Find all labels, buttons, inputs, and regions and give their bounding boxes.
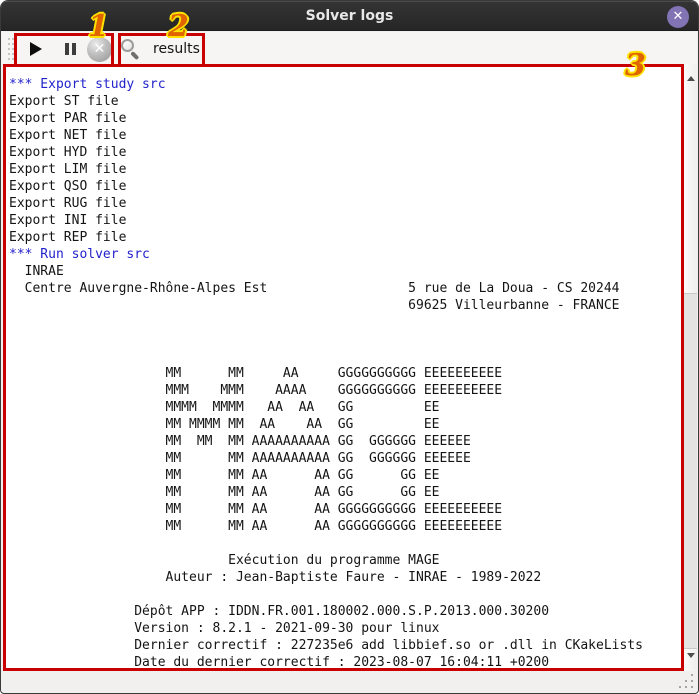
stop-icon[interactable]: ✕ <box>87 37 112 62</box>
pause-bar <box>65 43 69 55</box>
scroll-up-arrow-icon[interactable] <box>684 70 698 88</box>
play-icon[interactable] <box>30 42 42 56</box>
magnifier-handle <box>130 51 139 60</box>
scrollbar-thumb[interactable] <box>684 293 697 649</box>
window-title: Solver logs <box>1 8 698 24</box>
titlebar[interactable]: Solver logs ✕ <box>1 1 698 31</box>
window-resize-handle[interactable] <box>679 674 694 689</box>
solver-log-output[interactable]: *** Export study src Export ST file Expo… <box>3 64 684 671</box>
scroll-down-arrow-icon[interactable] <box>684 647 698 665</box>
magnifier-glass <box>121 39 134 52</box>
results-button-label[interactable]: results <box>153 41 200 57</box>
log-export-header: *** Export study src <box>9 77 166 92</box>
pause-bar <box>72 43 76 55</box>
solver-logs-window: Solver logs ✕ ✕ results *** Export study… <box>0 0 699 694</box>
close-icon: ✕ <box>673 9 684 24</box>
log-run-header: *** Run solver src <box>9 247 150 262</box>
toolbar-drag-handle[interactable] <box>8 38 14 60</box>
log-solver-banner: INRAE Centre Auvergne-Rhône-Alpes Est 5 … <box>9 264 643 670</box>
log-text: *** Export study src Export ST file Expo… <box>6 67 681 671</box>
close-button[interactable]: ✕ <box>667 6 689 28</box>
stop-x-glyph: ✕ <box>94 41 106 57</box>
pause-icon[interactable] <box>65 43 76 55</box>
vertical-scrollbar[interactable] <box>683 64 697 671</box>
log-export-lines: Export ST file Export PAR file Export NE… <box>9 94 126 245</box>
search-results-icon[interactable] <box>121 39 145 61</box>
